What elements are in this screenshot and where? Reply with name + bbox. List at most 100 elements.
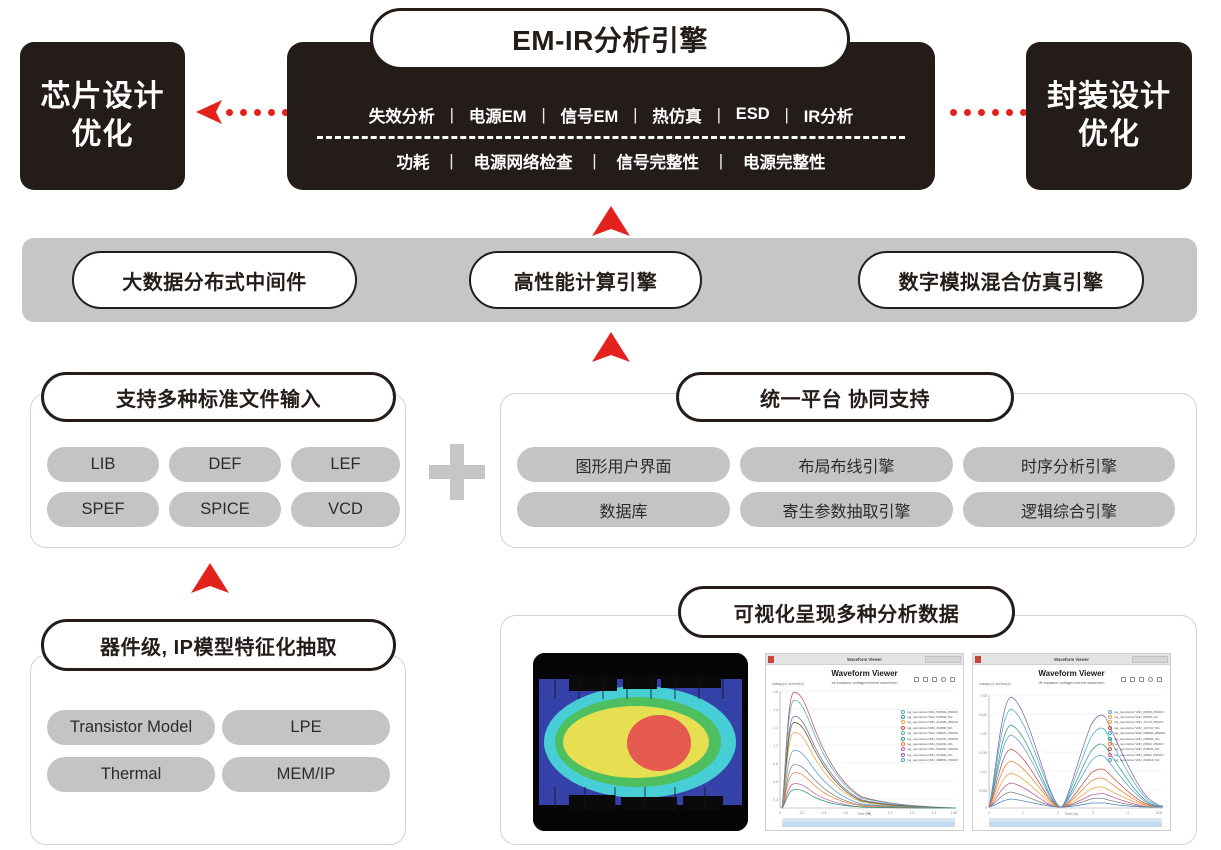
legend-item[interactable]: log_reports/csv:VDD_278020_N/1 bbox=[1108, 747, 1165, 752]
window-icon bbox=[768, 656, 774, 663]
package-design-optimization-text: 封装设计 优化 bbox=[1047, 78, 1171, 155]
svg-text:0.015: 0.015 bbox=[979, 751, 987, 755]
legend-item[interactable]: log_reports/csv:VDD_23602_250210 bbox=[1108, 741, 1165, 746]
engine-item-power-em[interactable]: 电源EM bbox=[469, 103, 527, 127]
tag-place-route-engine[interactable]: 布局布线引擎 bbox=[740, 447, 953, 482]
scrollbar-thumb[interactable] bbox=[781, 822, 956, 827]
engine-item-thermal-sim[interactable]: 热仿真 bbox=[652, 103, 702, 127]
middleware-pill-mixed-signal[interactable]: 数字模拟混合仿真引擎 bbox=[858, 251, 1144, 309]
legend-item[interactable]: log_reports/csv:VDD_308020_250210 bbox=[901, 731, 958, 736]
legend-item[interactable]: log_reports/csv:VDD_10710_250210 bbox=[1108, 720, 1165, 725]
arrow-band-to-engine bbox=[592, 206, 630, 241]
legend-item[interactable]: log_reports/csv:VDD_312590_250210 bbox=[901, 720, 958, 725]
waveform-viewer-1[interactable]: Waveform Viewer Waveform Viewer all inst… bbox=[765, 653, 964, 831]
middleware-pill-bigdata[interactable]: 大数据分布式中间件 bbox=[72, 251, 357, 309]
legend-marker-icon bbox=[1108, 736, 1113, 741]
svg-text:0.4: 0.4 bbox=[773, 798, 778, 802]
arrow-model-to-file-input bbox=[191, 563, 229, 598]
tag-gui[interactable]: 图形用户界面 bbox=[517, 447, 730, 482]
tag-lib[interactable]: LIB bbox=[47, 447, 159, 482]
arrow-dot bbox=[253, 108, 261, 116]
scrollbar-thumb[interactable] bbox=[988, 822, 1163, 827]
arrow-dot bbox=[991, 108, 999, 116]
legend-item[interactable]: log_reports/csv:VDD_60530_250210 bbox=[1108, 709, 1165, 714]
engine-item-signal-integrity[interactable]: 信号完整性 bbox=[617, 149, 700, 173]
waveform-viewer-2[interactable]: Waveform Viewer Waveform Viewer IR insta… bbox=[972, 653, 1171, 831]
legend-marker-icon bbox=[1108, 747, 1113, 752]
engine-item-power-network-check[interactable]: 电源网络检查 bbox=[474, 149, 573, 173]
tag-database[interactable]: 数据库 bbox=[517, 492, 730, 527]
engine-item-esd[interactable]: ESD bbox=[736, 105, 770, 124]
engine-item-signal-em[interactable]: 信号EM bbox=[561, 103, 619, 127]
tag-lpe[interactable]: LPE bbox=[222, 710, 390, 745]
engine-item-ir-analysis[interactable]: IR分析 bbox=[804, 103, 854, 127]
svg-text:1.4: 1.4 bbox=[773, 708, 778, 712]
legend-item[interactable]: log_reports/csv:VDD_519400_N/1 bbox=[901, 752, 958, 757]
svg-text:1.2: 1.2 bbox=[773, 726, 778, 730]
engine-item-power-integrity[interactable]: 电源完整性 bbox=[743, 149, 826, 173]
tag-timing-analysis-engine[interactable]: 时序分析引擎 bbox=[963, 447, 1175, 482]
legend-label: log_reports/csv:VDD_258020_250210 bbox=[1114, 731, 1165, 736]
legend-item[interactable]: log_reports/csv:VDD_518590_250210 bbox=[901, 709, 958, 714]
legend-marker-icon bbox=[1108, 731, 1113, 736]
legend-item[interactable]: log_reports/csv:VDD_238550_N/1 bbox=[1108, 736, 1165, 741]
waveform-2-window-title: Waveform Viewer bbox=[1054, 656, 1089, 662]
package-design-line1: 封装设计 bbox=[1047, 79, 1171, 113]
file-input-tag-grid: LIB DEF LEF SPEF SPICE VCD bbox=[47, 447, 400, 527]
tag-logic-synthesis-engine[interactable]: 逻辑综合引擎 bbox=[963, 492, 1175, 527]
legend-item[interactable]: log_reports/csv:VDD_258020_250210 bbox=[1108, 731, 1165, 736]
legend-marker-icon bbox=[901, 752, 906, 757]
window-controls[interactable] bbox=[925, 656, 961, 663]
package-design-line2: 优化 bbox=[1078, 118, 1140, 151]
waveform-2-scrollbar[interactable] bbox=[988, 818, 1163, 827]
svg-text:0.02: 0.02 bbox=[981, 732, 988, 736]
arrow-up-icon bbox=[592, 332, 630, 362]
tag-spef[interactable]: SPEF bbox=[47, 492, 159, 527]
svg-text:0.8: 0.8 bbox=[773, 762, 778, 766]
legend-marker-icon bbox=[1108, 758, 1113, 763]
waveform-1-window-title: Waveform Viewer bbox=[847, 656, 882, 662]
legend-item[interactable]: log_reports/csv:VDD_32802_250210 bbox=[1108, 752, 1165, 757]
tag-thermal[interactable]: Thermal bbox=[47, 757, 215, 792]
legend-item[interactable]: log_reports/csv:VDD_369800_250210 bbox=[901, 758, 958, 763]
tag-spice[interactable]: SPICE bbox=[169, 492, 281, 527]
legend-item[interactable]: log_reports/csv:VDD_501230_N/1 bbox=[901, 741, 958, 746]
legend-item[interactable]: log_reports/csv:VDD_518590_N/1 bbox=[901, 714, 958, 719]
legend-marker-icon bbox=[901, 747, 906, 752]
arrow-dot bbox=[977, 108, 985, 116]
legend-item[interactable]: log_reports/csv:VDD_101710_N/1 bbox=[1108, 725, 1165, 730]
tag-transistor-model[interactable]: Transistor Model bbox=[47, 710, 215, 745]
svg-text:0.005: 0.005 bbox=[979, 789, 987, 793]
tag-vcd[interactable]: VCD bbox=[291, 492, 400, 527]
legend-item[interactable]: log_reports/csv:VDD_219015_N/1 bbox=[1108, 758, 1165, 763]
engine-item-failure-analysis[interactable]: 失效分析 bbox=[369, 103, 435, 127]
legend-marker-icon bbox=[901, 725, 906, 730]
waveform-2-body: Waveform Viewer IR instance voltage/curr… bbox=[973, 665, 1170, 830]
engine-capability-rows: 失效分析 | 电源EM | 信号EM | 热仿真 | ESD | IR分析 功耗… bbox=[287, 85, 935, 190]
legend-label: log_reports/csv:VDD_10710_250210 bbox=[1114, 720, 1164, 725]
legend-label: log_reports/csv:VDD_23602_250210 bbox=[1114, 741, 1164, 746]
legend-label: log_reports/csv:VDD_518090_250210 bbox=[907, 747, 958, 752]
waveform-1-scrollbar[interactable] bbox=[781, 818, 956, 827]
thermal-map-thumbnail[interactable] bbox=[533, 653, 748, 831]
tag-parasitic-extraction-engine[interactable]: 寄生参数抽取引擎 bbox=[740, 492, 953, 527]
legend-label: log_reports/csv:VDD_518590_250210 bbox=[907, 709, 958, 714]
legend-marker-icon bbox=[901, 731, 906, 736]
legend-item[interactable]: log_reports/csv:VDD_312590_N/1 bbox=[901, 725, 958, 730]
engine-separator: | bbox=[449, 104, 454, 124]
file-input-card-title: 支持多种标准文件输入 bbox=[41, 372, 396, 422]
chip-design-line2: 优化 bbox=[71, 118, 134, 151]
legend-item[interactable]: log_reports/csv:VDD_521230_250210 bbox=[901, 736, 958, 741]
svg-text:0.6: 0.6 bbox=[773, 780, 778, 784]
legend-item[interactable]: log_reports/csv:VDD_518090_250210 bbox=[901, 747, 958, 752]
legend-label: log_reports/csv:VDD_278020_N/1 bbox=[1114, 747, 1160, 752]
waveform-1-body: Waveform Viewer all instance voltage/cur… bbox=[766, 665, 963, 830]
legend-item[interactable]: log_reports/csv:VDD_66590_N/1 bbox=[1108, 714, 1165, 719]
tag-def[interactable]: DEF bbox=[169, 447, 281, 482]
engine-item-power-consumption[interactable]: 功耗 bbox=[397, 149, 430, 173]
window-controls[interactable] bbox=[1132, 656, 1168, 663]
legend-label: log_reports/csv:VDD_238550_N/1 bbox=[1114, 736, 1160, 741]
tag-lef[interactable]: LEF bbox=[291, 447, 400, 482]
tag-mem-ip[interactable]: MEM/IP bbox=[222, 757, 390, 792]
middleware-pill-hpc[interactable]: 高性能计算引擎 bbox=[469, 251, 702, 309]
